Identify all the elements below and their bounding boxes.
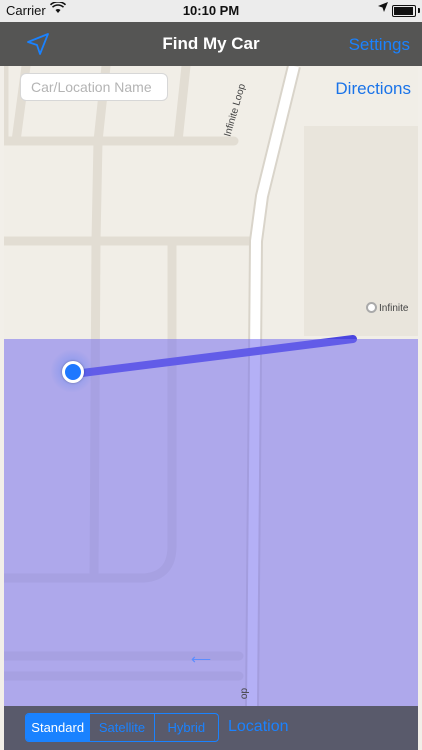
map-type-hybrid[interactable]: Hybrid (155, 714, 218, 741)
status-time: 10:10 PM (182, 3, 240, 18)
map-type-satellite[interactable]: Satellite (90, 714, 155, 741)
user-location-marker[interactable] (50, 349, 94, 393)
map-view[interactable]: Infinite Loop Infinite ⟵ op Directions (4, 66, 418, 706)
bottom-toolbar: Standard Satellite Hybrid Location (4, 706, 418, 750)
poi-icon (366, 302, 377, 313)
location-button[interactable]: Location (228, 718, 289, 736)
poi-marker[interactable]: Infinite (366, 302, 408, 314)
search-input[interactable] (20, 73, 168, 101)
map-type-standard[interactable]: Standard (26, 714, 91, 741)
map-type-segmented-control[interactable]: Standard Satellite Hybrid (25, 713, 219, 742)
road-label-bottom: op (239, 687, 251, 700)
nav-bar: Find My Car Settings (0, 22, 422, 66)
user-location-dot (62, 361, 84, 383)
arrow-left-icon: ⟵ (191, 651, 212, 667)
status-bar: Carrier 10:10 PM (0, 0, 422, 22)
directions-button[interactable]: Directions (335, 79, 411, 99)
location-arrow-icon (378, 2, 388, 15)
battery-icon (392, 5, 416, 17)
poi-label: Infinite (379, 303, 409, 314)
settings-button[interactable]: Settings (349, 35, 410, 55)
battery-tip (418, 8, 420, 13)
